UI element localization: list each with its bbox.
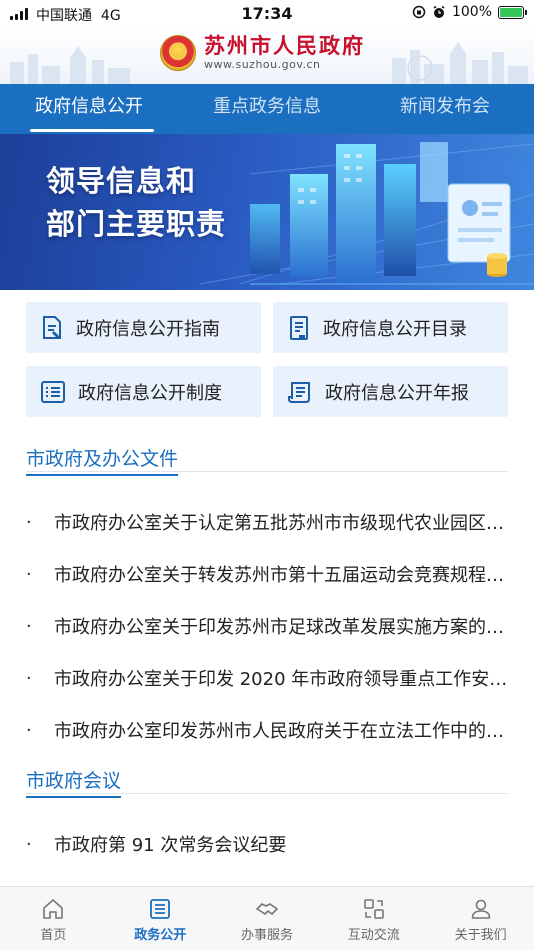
brand: 苏州市人民政府 www.suzhou.gov.cn [160, 34, 365, 72]
quick-link-rules[interactable]: 政府信息公开制度 [26, 366, 261, 417]
site-title: 苏州市人民政府 [204, 33, 365, 58]
nav-label: 政务公开 [134, 928, 187, 943]
banner-title-line1: 领导信息和 [46, 164, 197, 198]
quick-link-guide[interactable]: 政府信息公开指南 [26, 302, 261, 353]
list-item[interactable]: · 市政府办公室关于转发苏州市第十五届运动会竞赛规程的通知 [26, 548, 508, 600]
battery-percent: 100% [451, 4, 492, 20]
site-url: www.suzhou.gov.cn [204, 58, 321, 71]
exchange-icon [363, 899, 384, 919]
quick-link-label: 政府信息公开目录 [323, 318, 467, 340]
quick-link-label: 政府信息公开年报 [325, 382, 469, 404]
divider [26, 471, 508, 472]
quick-link-catalog[interactable]: 政府信息公开目录 [273, 302, 508, 353]
battery-icon [498, 5, 527, 19]
national-emblem-icon [160, 35, 196, 71]
catalog-icon [290, 315, 308, 340]
quick-link-annual-report[interactable]: 政府信息公开年报 [273, 366, 508, 417]
bullet: · [26, 719, 32, 741]
nav-home[interactable]: 首页 [0, 887, 107, 950]
bullet: · [26, 511, 32, 533]
scroll-report-icon [288, 381, 310, 403]
alarm-icon [433, 5, 445, 18]
banner[interactable]: 领导信息和 部门主要职责 [0, 134, 534, 290]
tab-key-affairs[interactable]: 重点政务信息 [178, 84, 356, 134]
nav-label: 办事服务 [240, 928, 293, 943]
bullet: · [26, 833, 32, 855]
nav-about-us[interactable]: 关于我们 [427, 887, 534, 950]
status-bar: 中国联通 4G 17:34 100% [0, 0, 534, 28]
user-icon [471, 899, 490, 919]
document-list-icon [150, 899, 171, 919]
list-item[interactable]: · 市政府办公室印发苏州市人民政府关于在立法工作中的意见 [26, 704, 508, 756]
nav-label: 关于我们 [454, 928, 507, 943]
meetings-list: · 市政府第 91 次常务会议纪要 [26, 818, 508, 870]
tab-press-conference[interactable]: 新闻发布会 [356, 84, 534, 134]
list-item[interactable]: · 市政府办公室关于印发苏州市足球改革发展实施方案的通知 [26, 600, 508, 652]
bullet: · [26, 667, 32, 689]
nav-label: 互动交流 [347, 928, 400, 943]
nav-label: 首页 [40, 928, 67, 943]
nav-interaction[interactable]: 互动交流 [320, 887, 427, 950]
list-item[interactable]: · 市政府第 91 次常务会议纪要 [26, 818, 508, 870]
tab-government-info[interactable]: 政府信息公开 [0, 84, 178, 134]
divider [26, 793, 508, 794]
orientation-lock-icon [412, 5, 426, 19]
quick-links: 政府信息公开指南 政府信息公开目录 政府信息公开制度 政府信息公开年报 [26, 302, 508, 417]
app-header: 苏州市人民政府 www.suzhou.gov.cn [0, 28, 534, 84]
list-item[interactable]: ·市政府办公室关于印发 2020 年市政府领导重点工作安排的通知 [26, 652, 508, 704]
guide-doc-icon [43, 315, 61, 339]
list-doc-icon [41, 380, 65, 403]
home-icon [43, 899, 64, 919]
bullet: · [26, 615, 32, 637]
quick-link-label: 政府信息公开指南 [76, 318, 220, 340]
banner-title-line2: 部门主要职责 [46, 207, 227, 241]
nav-government-affairs[interactable]: 政务公开 [107, 887, 214, 950]
bottom-navigation: 首页 政务公开 办事服务 互动交流 关于我们 [0, 886, 534, 950]
top-tabs: 政府信息公开 重点政务信息 新闻发布会 [0, 84, 534, 134]
handshake-icon [256, 903, 278, 915]
documents-list: · 市政府办公室关于认定第五批苏州市市级现代农业园区的通知 · 市政府办公室关于转发… [26, 496, 508, 756]
list-item[interactable]: · 市政府办公室关于认定第五批苏州市市级现代农业园区的通知 [26, 496, 508, 548]
nav-services[interactable]: 办事服务 [214, 887, 321, 950]
quick-link-label: 政府信息公开制度 [78, 382, 222, 404]
bullet: · [26, 563, 32, 585]
